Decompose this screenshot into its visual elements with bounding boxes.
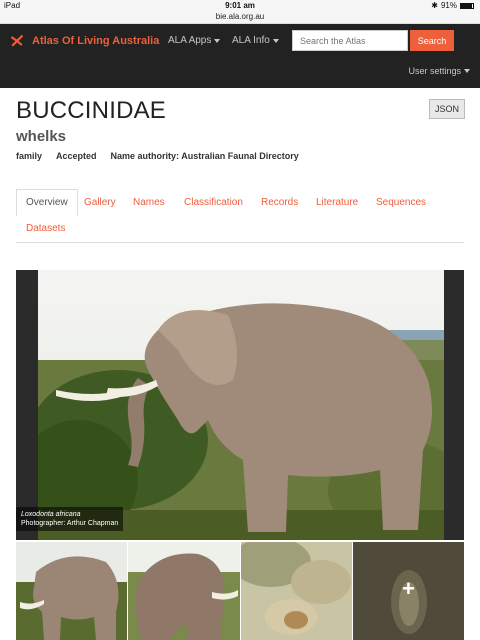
tab-names[interactable]: Names xyxy=(133,197,165,208)
json-button[interactable]: JSON xyxy=(429,99,465,119)
tab-overview[interactable]: Overview xyxy=(16,189,78,216)
tab-gallery[interactable]: Gallery xyxy=(84,197,116,208)
name-authority-label: Name authority: xyxy=(110,151,180,161)
thumbnail-3[interactable] xyxy=(240,542,352,640)
caret-down-icon xyxy=(214,38,221,43)
status-right: ✱ 91% xyxy=(431,1,474,10)
taxon-rank: family xyxy=(16,151,43,161)
ala-logo-icon xyxy=(11,35,23,47)
caret-down-icon xyxy=(272,38,279,43)
plus-icon[interactable]: + xyxy=(402,576,415,602)
ala-info-label: ALA Info xyxy=(232,35,270,46)
caret-down-icon xyxy=(464,69,470,73)
ala-apps-label: ALA Apps xyxy=(168,35,212,46)
photo-caption: Loxodonta africana Photographer: Arthur … xyxy=(16,507,124,531)
thumbnail-more[interactable]: + xyxy=(352,542,464,640)
battery-percent: 91% xyxy=(440,1,457,10)
search-input[interactable] xyxy=(292,30,408,51)
tab-literature[interactable]: Literature xyxy=(316,197,358,208)
elephant-image xyxy=(38,270,444,540)
battery-icon xyxy=(460,2,474,9)
ala-info-menu[interactable]: ALA Info xyxy=(232,35,279,46)
tab-classification[interactable]: Classification xyxy=(184,197,243,208)
caption-species: Loxodonta africana xyxy=(21,511,81,518)
clock: 9:01 am xyxy=(225,1,255,10)
tabs-divider xyxy=(16,242,464,243)
main-image-viewer[interactable] xyxy=(16,270,464,540)
thumbnail-1[interactable] xyxy=(16,542,128,640)
user-settings-menu[interactable]: User settings xyxy=(408,66,470,76)
caption-photographer: Photographer: Arthur Chapman xyxy=(21,520,119,527)
top-navbar: Atlas Of Living Australia ALA Apps ALA I… xyxy=(0,24,480,88)
taxon-status: Accepted xyxy=(56,151,97,161)
thumb-elephant-1 xyxy=(16,542,128,640)
thumb-elephant-2 xyxy=(128,542,240,640)
elephant-photo[interactable] xyxy=(38,270,444,540)
tab-sequences[interactable]: Sequences xyxy=(376,197,426,208)
bluetooth-icon: ✱ xyxy=(431,1,438,10)
common-name: whelks xyxy=(16,128,67,145)
thumbnail-2[interactable] xyxy=(128,542,240,640)
name-authority: Name authority: Australian Faunal Direct… xyxy=(111,151,299,161)
taxon-tabs: Overview Gallery Names Classification Re… xyxy=(16,189,464,243)
brand-link[interactable]: Atlas Of Living Australia xyxy=(10,34,159,48)
taxon-meta: family Accepted Name authority: Australi… xyxy=(16,151,299,161)
brand-name: Atlas Of Living Australia xyxy=(32,35,160,47)
search-button[interactable]: Search xyxy=(410,30,454,51)
user-settings-label: User settings xyxy=(408,66,461,76)
tab-datasets[interactable]: Datasets xyxy=(26,223,65,234)
name-authority-value: Australian Faunal Directory xyxy=(181,151,299,161)
ala-apps-menu[interactable]: ALA Apps xyxy=(168,35,221,46)
thumbnail-strip: + xyxy=(16,542,464,640)
thumb-shell-3 xyxy=(240,542,352,640)
taxon-title: BUCCINIDAE xyxy=(16,97,167,124)
address-bar[interactable]: bie.ala.org.au xyxy=(0,12,480,24)
ios-status-bar: iPad 9:01 am ✱ 91% xyxy=(0,0,480,12)
tab-records[interactable]: Records xyxy=(261,197,298,208)
